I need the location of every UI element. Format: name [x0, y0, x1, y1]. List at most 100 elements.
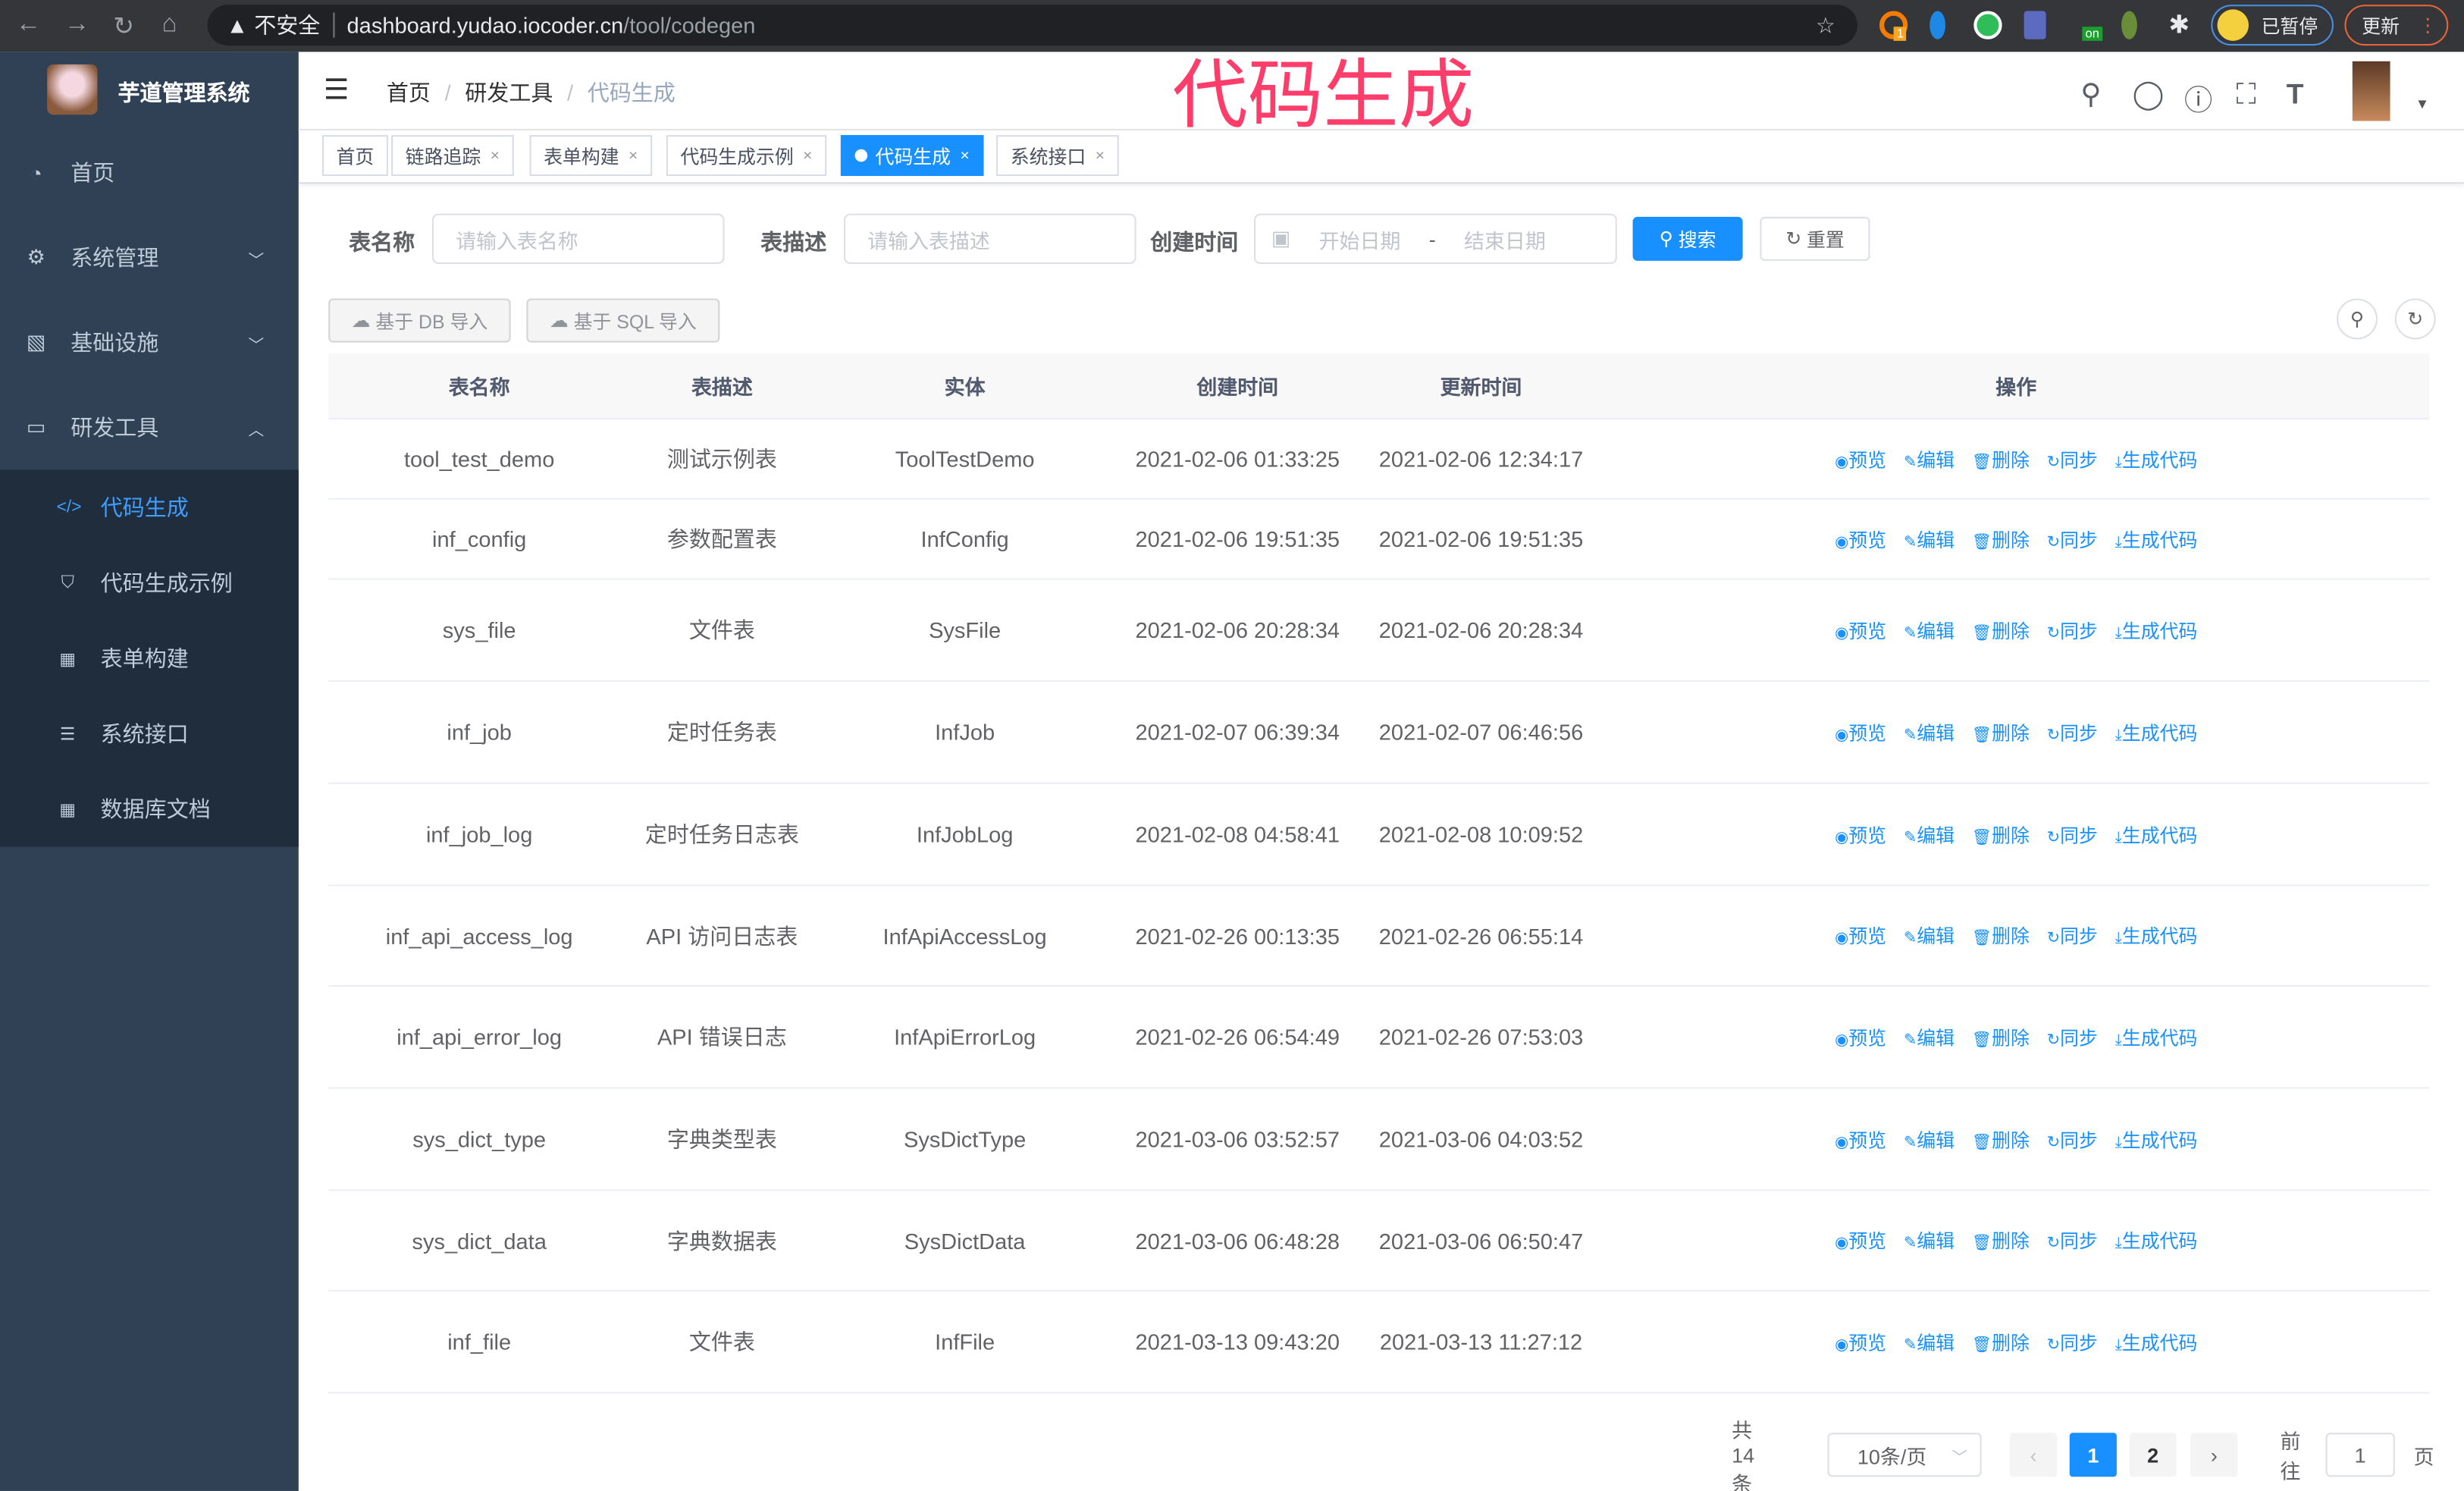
profile-button[interactable]: 已暂停 — [2211, 5, 2334, 46]
extension-on-badge[interactable]: on — [2082, 27, 2103, 41]
sync-button[interactable]: ↻同步 — [2047, 922, 2098, 949]
delete-button[interactable]: 🗑删除 — [1972, 821, 2030, 847]
tag-swagger[interactable]: 系统接口 × — [996, 135, 1119, 177]
sync-button[interactable]: ↻同步 — [2047, 1227, 2098, 1254]
date-range-picker[interactable]: ▣ 开始日期 - 结束日期 — [1254, 213, 1617, 265]
sync-button[interactable]: ↻同步 — [2047, 445, 2098, 472]
refresh-button[interactable]: ↻ — [2394, 298, 2436, 340]
generate-button[interactable]: ⤓生成代码 — [2115, 1024, 2198, 1050]
search-icon[interactable]: ⚲ — [2080, 79, 2101, 112]
page-1-button[interactable]: 1 — [2069, 1433, 2117, 1477]
edit-button[interactable]: ✎编辑 — [1904, 1125, 1955, 1152]
preview-button[interactable]: ◉预览 — [1835, 922, 1886, 949]
delete-button[interactable]: 🗑删除 — [1972, 1125, 2030, 1152]
reset-button[interactable]: ↻ 重置 — [1760, 216, 1870, 261]
fullscreen-icon[interactable]: ⛶ — [2236, 79, 2256, 112]
edit-button[interactable]: ✎编辑 — [1904, 526, 1955, 552]
sidebar-item-swagger[interactable]: ☰ 系统接口 — [0, 696, 299, 771]
preview-button[interactable]: ◉预览 — [1835, 526, 1886, 552]
table-name-input[interactable]: 请输入表名称 — [431, 213, 725, 265]
tag-form-build[interactable]: 表单构建 × — [529, 135, 652, 177]
puzzle-icon[interactable]: ✱ — [2168, 9, 2190, 40]
extension-icon[interactable] — [1973, 11, 2002, 39]
extension-icon[interactable] — [2121, 11, 2137, 39]
sync-button[interactable]: ↻同步 — [2047, 1329, 2098, 1355]
sidebar-item-db-doc[interactable]: ▦ 数据库文档 — [0, 771, 299, 846]
preview-button[interactable]: ◉预览 — [1835, 1125, 1886, 1152]
close-icon[interactable]: × — [1096, 147, 1105, 165]
sync-button[interactable]: ↻同步 — [2047, 526, 2098, 552]
preview-button[interactable]: ◉预览 — [1835, 821, 1886, 847]
toggle-search-button[interactable]: ⚲ — [2337, 298, 2378, 340]
sidebar-item-form-build[interactable]: ▦ 表单构建 — [0, 620, 299, 695]
page-2-button[interactable]: 2 — [2129, 1433, 2177, 1477]
delete-button[interactable]: 🗑删除 — [1972, 526, 2030, 552]
back-icon[interactable]: ← — [16, 11, 41, 39]
extension-icon[interactable] — [1930, 11, 1946, 39]
close-icon[interactable]: × — [803, 147, 812, 165]
page-size-select[interactable]: 10条/页 ﹀ — [1827, 1433, 1982, 1477]
help-icon[interactable]: ⓘ — [2184, 79, 2212, 120]
table-desc-input[interactable]: 请输入表描述 — [844, 213, 1136, 265]
tag-home[interactable]: 首页 — [321, 135, 388, 177]
import-db-button[interactable]: ☁ 基于 DB 导入 — [328, 298, 511, 343]
breadcrumb-item[interactable]: 首页 — [387, 80, 431, 105]
sidebar-item-codegen[interactable]: </> 代码生成 — [0, 469, 299, 545]
preview-button[interactable]: ◉预览 — [1835, 1024, 1886, 1050]
github-icon[interactable]: ◯ — [2133, 79, 2165, 112]
sync-button[interactable]: ↻同步 — [2047, 821, 2098, 847]
edit-button[interactable]: ✎编辑 — [1904, 719, 1955, 746]
next-page-button[interactable]: › — [2190, 1433, 2238, 1477]
generate-button[interactable]: ⤓生成代码 — [2115, 1227, 2198, 1254]
user-avatar[interactable] — [2352, 61, 2390, 121]
sidebar-item-infra[interactable]: ▧ 基础设施 ﹀ — [0, 300, 299, 385]
address-bar[interactable]: ▲ 不安全 dashboard.yudao.iocoder.cn/tool/co… — [207, 5, 1857, 46]
delete-button[interactable]: 🗑删除 — [1972, 1329, 2030, 1355]
generate-button[interactable]: ⤓生成代码 — [2115, 719, 2198, 746]
hamburger-icon[interactable]: ☰ — [324, 74, 349, 107]
generate-button[interactable]: ⤓生成代码 — [2115, 1125, 2198, 1152]
generate-button[interactable]: ⤓生成代码 — [2115, 1329, 2198, 1355]
edit-button[interactable]: ✎编辑 — [1904, 1227, 1955, 1254]
import-sql-button[interactable]: ☁ 基于 SQL 导入 — [526, 298, 720, 343]
sync-button[interactable]: ↻同步 — [2047, 1125, 2098, 1152]
close-icon[interactable]: × — [629, 147, 638, 165]
generate-button[interactable]: ⤓生成代码 — [2115, 617, 2198, 643]
tag-codegen[interactable]: 代码生成 × — [840, 135, 984, 177]
reload-icon[interactable]: ↻ — [113, 11, 134, 42]
preview-button[interactable]: ◉预览 — [1835, 719, 1886, 746]
sync-button[interactable]: ↻同步 — [2047, 1024, 2098, 1050]
edit-button[interactable]: ✎编辑 — [1904, 922, 1955, 949]
home-icon[interactable]: ⌂ — [161, 11, 177, 39]
preview-button[interactable]: ◉预览 — [1835, 1329, 1886, 1355]
sync-button[interactable]: ↻同步 — [2047, 617, 2098, 643]
sidebar-item-system[interactable]: ⚙ 系统管理 ﹀ — [0, 215, 299, 300]
goto-page-input[interactable]: 1 — [2325, 1433, 2395, 1477]
sidebar-item-home[interactable]: ◔ 首页 — [0, 130, 299, 215]
preview-button[interactable]: ◉预览 — [1835, 1227, 1886, 1254]
preview-button[interactable]: ◉预览 — [1835, 617, 1886, 643]
generate-button[interactable]: ⤓生成代码 — [2115, 821, 2198, 847]
edit-button[interactable]: ✎编辑 — [1904, 1329, 1955, 1355]
edit-button[interactable]: ✎编辑 — [1904, 445, 1955, 472]
search-button[interactable]: ⚲ 搜索 — [1632, 216, 1743, 261]
generate-button[interactable]: ⤓生成代码 — [2115, 445, 2198, 472]
close-icon[interactable]: × — [960, 147, 969, 165]
edit-button[interactable]: ✎编辑 — [1904, 1024, 1955, 1050]
delete-button[interactable]: 🗑删除 — [1972, 617, 2030, 643]
generate-button[interactable]: ⤓生成代码 — [2115, 526, 2198, 552]
delete-button[interactable]: 🗑删除 — [1972, 1227, 2030, 1254]
preview-button[interactable]: ◉预览 — [1835, 445, 1886, 472]
edit-button[interactable]: ✎编辑 — [1904, 821, 1955, 847]
start-date-input[interactable]: 开始日期 — [1319, 224, 1401, 253]
delete-button[interactable]: 🗑删除 — [1972, 719, 2030, 746]
extension-icon[interactable] — [2024, 11, 2046, 39]
generate-button[interactable]: ⤓生成代码 — [2115, 922, 2198, 949]
delete-button[interactable]: 🗑删除 — [1972, 1024, 2030, 1050]
delete-button[interactable]: 🗑删除 — [1972, 922, 2030, 949]
update-button[interactable]: 更新 ⋮ — [2344, 5, 2449, 46]
sidebar-item-codegen-demo[interactable]: ⛉ 代码生成示例 — [0, 545, 299, 620]
forward-icon[interactable]: → — [64, 11, 89, 39]
sync-button[interactable]: ↻同步 — [2047, 719, 2098, 746]
bookmark-star-icon[interactable]: ☆ — [1816, 12, 1835, 39]
